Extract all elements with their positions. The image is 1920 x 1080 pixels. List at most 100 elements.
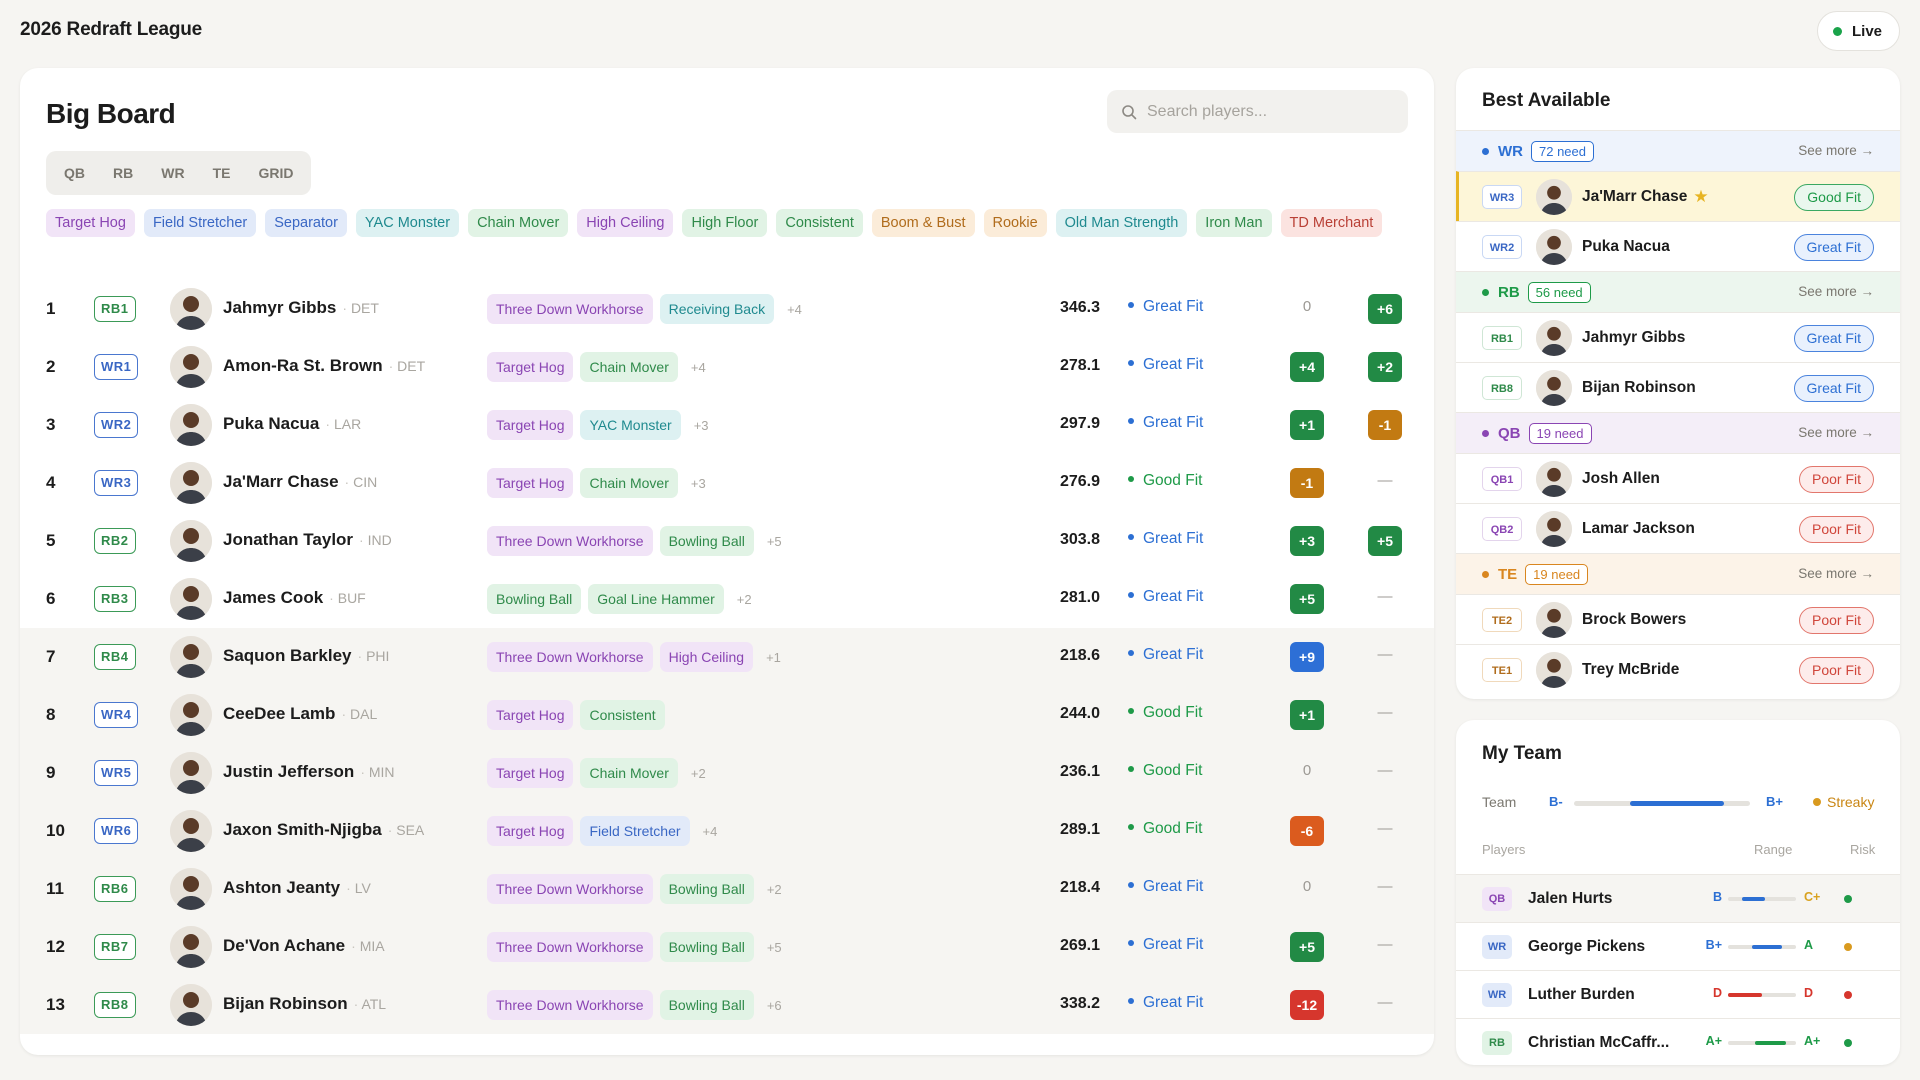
- player-name[interactable]: Puka Nacua LAR: [223, 414, 361, 434]
- player-name[interactable]: De'Von Achane MIA: [223, 936, 385, 956]
- segment-wr[interactable]: WR: [147, 155, 198, 191]
- search-box[interactable]: [1107, 90, 1408, 133]
- best-available-item[interactable]: RB1 Jahmyr Gibbs Great Fit: [1456, 312, 1900, 362]
- more-tags-count[interactable]: +2: [691, 766, 706, 781]
- player-name[interactable]: CeeDee Lamb DAL: [223, 704, 377, 724]
- archetype-chip[interactable]: High Floor: [682, 209, 768, 237]
- player-name[interactable]: Bijan Robinson ATL: [223, 994, 386, 1014]
- adp-delta: +4: [1290, 352, 1324, 382]
- table-row[interactable]: 11 RB6 Ashton Jeanty LV Three Down Workhorse…: [20, 860, 1434, 918]
- player-tag: Consistent: [580, 700, 665, 730]
- more-tags-count[interactable]: +3: [694, 418, 709, 433]
- player-name[interactable]: Jahmyr Gibbs DET: [223, 298, 379, 318]
- table-row[interactable]: 7 RB4 Saquon Barkley PHI Three Down Workhors…: [20, 628, 1434, 686]
- table-row[interactable]: 6 RB3 James Cook BUF Bowling BallGoal Line H…: [20, 570, 1434, 628]
- archetype-chip[interactable]: Target Hog: [46, 209, 135, 237]
- table-row[interactable]: 13 RB8 Bijan Robinson ATL Three Down Workhor…: [20, 976, 1434, 1034]
- more-tags-count[interactable]: +5: [767, 534, 782, 549]
- see-more-link[interactable]: See more →: [1798, 143, 1874, 158]
- more-tags-count[interactable]: +3: [691, 476, 706, 491]
- best-available-list: WR 72 need See more → WR3 Ja'Marr Chase ★ Good…: [1456, 130, 1900, 694]
- my-team-list: QB Jalen Hurts B C+ WR George Pickens B+ A WR Lut…: [1456, 874, 1900, 1065]
- player-name[interactable]: Jonathan Taylor IND: [223, 530, 392, 550]
- adp-delta: -1: [1290, 468, 1324, 498]
- see-more-link[interactable]: See more →: [1798, 566, 1874, 581]
- player-name-text: Ashton Jeanty: [223, 878, 341, 897]
- projection-score: 346.3: [1059, 299, 1100, 316]
- best-available-item[interactable]: WR2 Puka Nacua Great Fit: [1456, 221, 1900, 271]
- archetype-chip[interactable]: Rookie: [983, 209, 1047, 237]
- segment-qb[interactable]: QB: [50, 155, 99, 191]
- archetype-chip[interactable]: Chain Mover: [468, 209, 569, 237]
- team-player-row[interactable]: QB Jalen Hurts B C+: [1456, 874, 1900, 922]
- archetype-chip[interactable]: TD Merchant: [1280, 209, 1383, 237]
- player-name-text: Justin Jefferson: [223, 762, 355, 781]
- player-name[interactable]: Jaxon Smith-Njigba SEA: [223, 820, 424, 840]
- archetype-chip[interactable]: Separator: [265, 209, 347, 237]
- more-tags-count[interactable]: +5: [767, 940, 782, 955]
- archetype-chip[interactable]: Boom & Bust: [871, 209, 975, 237]
- archetype-chip[interactable]: YAC Monster: [355, 209, 460, 237]
- team-player-row[interactable]: WR Luther Burden D D: [1456, 970, 1900, 1018]
- more-tags-count[interactable]: +6: [767, 998, 782, 1013]
- search-input[interactable]: [1147, 102, 1387, 121]
- segment-rb[interactable]: RB: [99, 155, 147, 191]
- more-tags-count[interactable]: +4: [787, 302, 802, 317]
- best-available-item[interactable]: WR3 Ja'Marr Chase ★ Good Fit: [1456, 171, 1900, 221]
- star-icon[interactable]: ★: [1693, 187, 1708, 207]
- fit-indicator: Good Fit: [1128, 472, 1202, 490]
- fit-indicator: Great Fit: [1128, 298, 1203, 316]
- best-available-item[interactable]: QB1 Josh Allen Poor Fit: [1456, 453, 1900, 503]
- player-photo-icon: [1536, 369, 1572, 406]
- more-tags-count[interactable]: +1: [766, 650, 781, 665]
- table-row[interactable]: 12 RB7 De'Von Achane MIA Three Down Workhors…: [20, 918, 1434, 976]
- best-available-item[interactable]: TE2 Brock Bowers Poor Fit: [1456, 594, 1900, 644]
- see-more-link[interactable]: See more →: [1798, 425, 1874, 440]
- range-bar: [1728, 1041, 1796, 1045]
- player-name[interactable]: Saquon Barkley PHI: [223, 646, 389, 666]
- table-row[interactable]: 10 WR6 Jaxon Smith-Njigba SEA Target HogFiel…: [20, 802, 1434, 860]
- fit-badge: Poor Fit: [1798, 657, 1874, 684]
- archetype-chip[interactable]: Field Stretcher: [143, 209, 257, 237]
- table-row[interactable]: 3 WR2 Puka Nacua LAR Target HogYAC Monster +3…: [20, 396, 1434, 454]
- position-filter: QB RB WR TE GRID: [46, 151, 312, 195]
- player-tag: Bowling Ball: [659, 932, 754, 962]
- table-row[interactable]: 4 WR3 Ja'Marr Chase CIN Target HogChain Move…: [20, 454, 1434, 512]
- team-player-row[interactable]: RB Christian McCaffr... A+ A+: [1456, 1018, 1900, 1065]
- see-more-link[interactable]: See more →: [1798, 284, 1874, 299]
- team-player-row[interactable]: WR George Pickens B+ A: [1456, 922, 1900, 970]
- table-row[interactable]: 1 RB1 Jahmyr Gibbs DET Three Down WorkhorseR…: [20, 280, 1434, 338]
- best-available-item[interactable]: RB8 Bijan Robinson Great Fit: [1456, 362, 1900, 412]
- archetype-chip[interactable]: Iron Man: [1196, 209, 1272, 237]
- player-photo-icon: [170, 694, 212, 736]
- table-row[interactable]: 8 WR4 CeeDee Lamb DAL Target HogConsistent 24…: [20, 686, 1434, 744]
- archetype-chip[interactable]: Consistent: [776, 209, 863, 237]
- best-available-item[interactable]: QB2 Lamar Jackson Poor Fit: [1456, 503, 1900, 553]
- more-tags-count[interactable]: +4: [691, 360, 706, 375]
- player-avatar: [170, 636, 212, 678]
- player-tags: Three Down Workhorse Bowling Ball +2: [487, 874, 782, 904]
- best-available-item[interactable]: TE1 Trey McBride Poor Fit: [1456, 644, 1900, 694]
- more-tags-count[interactable]: +4: [703, 824, 718, 839]
- player-name[interactable]: Amon-Ra St. Brown DET: [223, 356, 425, 376]
- table-row[interactable]: 2 WR1 Amon-Ra St. Brown DET Target HogChain …: [20, 338, 1434, 396]
- player-name[interactable]: James Cook BUF: [223, 588, 366, 608]
- more-tags-count[interactable]: +2: [737, 592, 752, 607]
- archetype-chip[interactable]: High Ceiling: [577, 209, 674, 237]
- more-tags-count[interactable]: +2: [767, 882, 782, 897]
- player-name[interactable]: Ashton Jeanty LV: [223, 878, 371, 898]
- table-row[interactable]: 9 WR5 Justin Jefferson MIN Target HogChain M…: [20, 744, 1434, 802]
- table-row[interactable]: 5 RB2 Jonathan Taylor IND Three Down Workhor…: [20, 512, 1434, 570]
- archetype-chip[interactable]: Old Man Strength: [1055, 209, 1188, 237]
- player-name-text: CeeDee Lamb: [223, 704, 336, 723]
- player-name: Christian McCaffr...: [1528, 1033, 1670, 1051]
- player-avatar: [170, 868, 212, 910]
- rank-change: —: [1377, 588, 1393, 605]
- player-name[interactable]: Ja'Marr Chase CIN: [223, 472, 377, 492]
- segment-te[interactable]: TE: [199, 155, 245, 191]
- fit-badge: Poor Fit: [1798, 607, 1874, 634]
- player-name[interactable]: Justin Jefferson MIN: [223, 762, 395, 782]
- position-badge: WR5: [94, 760, 139, 786]
- live-status-button[interactable]: Live: [1816, 11, 1900, 51]
- segment-grid[interactable]: GRID: [244, 155, 307, 191]
